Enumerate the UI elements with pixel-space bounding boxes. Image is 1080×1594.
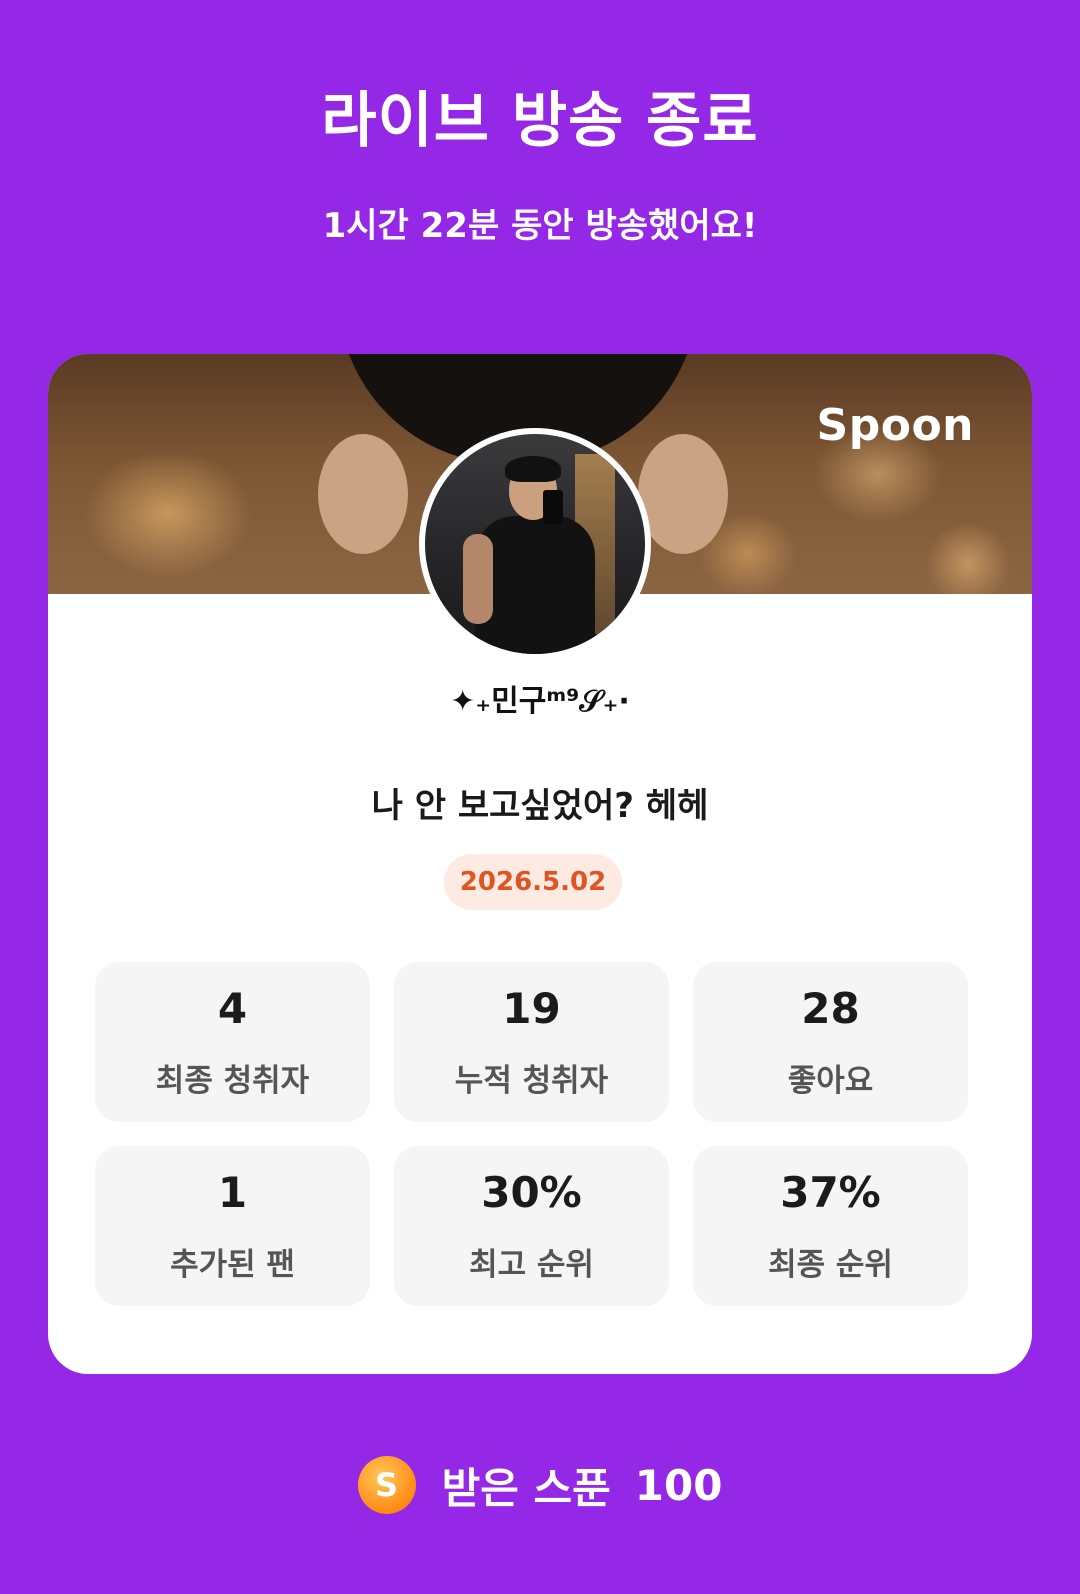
dj-nickname: ✦₊민구ᵐ⁹𝒮₊·	[450, 684, 630, 719]
stat-best-rank: 30% 최고 순위	[394, 1146, 669, 1306]
stat-value: 37%	[780, 1168, 881, 1217]
stat-label: 최고 순위	[469, 1247, 594, 1283]
stat-label: 최종 청취자	[155, 1063, 310, 1099]
page-title: 라이브 방송 종료	[321, 86, 759, 156]
stat-total-listeners: 19 누적 청취자	[394, 962, 669, 1122]
stat-value: 1	[217, 1168, 248, 1217]
spoon-logo: Spoon	[816, 400, 974, 451]
avatar[interactable]	[419, 428, 651, 660]
received-spoons: S 받은 스푼 100	[0, 1450, 1080, 1520]
broadcast-summary-card: Spoon ✦₊민구ᵐ⁹𝒮₊· 나 안 보고싶었어? 헤헤 2026.5.02 …	[48, 354, 1032, 1374]
stat-label: 추가된 팬	[170, 1247, 295, 1283]
stat-value: 19	[502, 984, 561, 1033]
broadcast-date-badge: 2026.5.02	[444, 854, 622, 910]
live-title: 나 안 보고싶었어? 헤헤	[371, 786, 709, 826]
avatar-photo	[425, 434, 645, 654]
stat-value: 4	[217, 984, 248, 1033]
received-spoons-count: 100	[634, 1460, 723, 1510]
stat-new-fans: 1 추가된 팬	[95, 1146, 370, 1306]
broadcast-duration: 1시간 22분 동안 방송했어요!	[322, 206, 758, 246]
received-spoons-label: 받은 스푼	[441, 1463, 611, 1513]
stat-value: 28	[801, 984, 860, 1033]
spoon-coin-icon: S	[357, 1456, 416, 1514]
stat-label: 누적 청취자	[454, 1063, 609, 1099]
stats-grid: 4 최종 청취자 19 누적 청취자 28 좋아요 1 추가된 팬 30% 최고…	[95, 962, 969, 1306]
stat-likes: 28 좋아요	[693, 962, 968, 1122]
stat-value: 30%	[481, 1168, 582, 1217]
stat-final-listeners: 4 최종 청취자	[95, 962, 370, 1122]
stat-label: 최종 순위	[768, 1247, 893, 1283]
stat-final-rank: 37% 최종 순위	[693, 1146, 968, 1306]
stat-label: 좋아요	[787, 1063, 874, 1099]
